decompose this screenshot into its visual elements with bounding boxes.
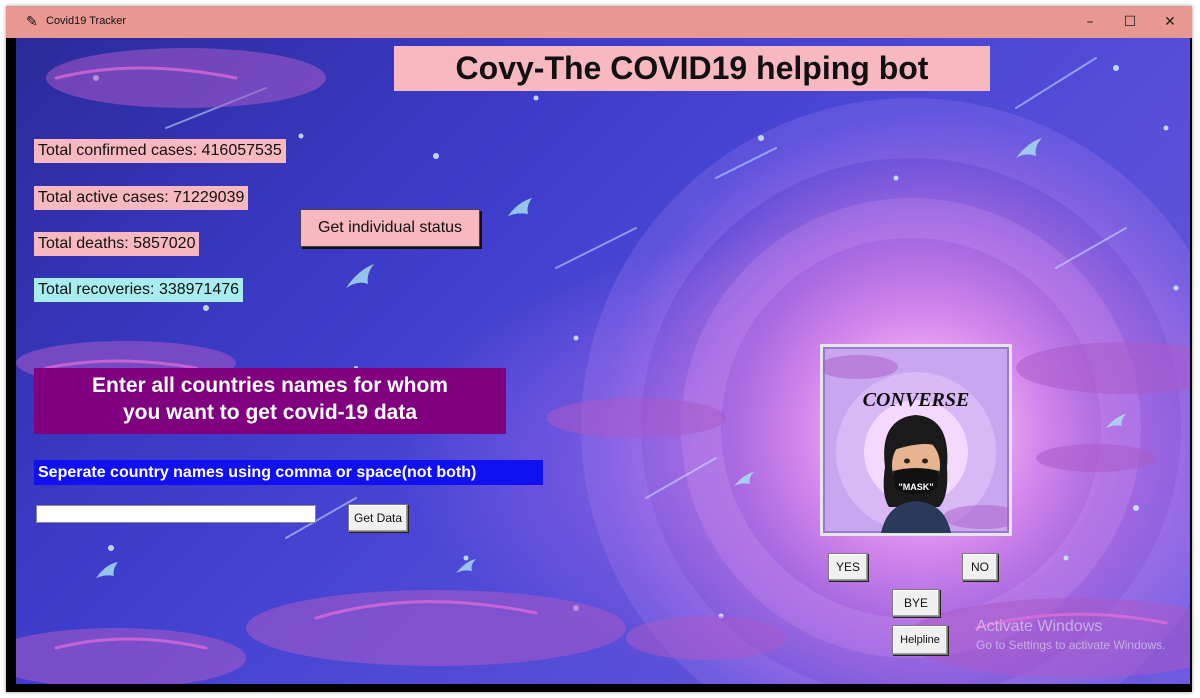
country-prompt-line-1: Enter all countries names for whom [92, 374, 448, 397]
helpline-button[interactable]: Helpline [892, 625, 948, 655]
page-heading: Covy-The COVID19 helping bot [394, 46, 990, 91]
mask-text: "MASK" [898, 482, 934, 492]
total-confirmed-label: Total confirmed cases: 416057535 [34, 139, 286, 163]
feather-icon: ✎ [26, 14, 38, 30]
watermark-subtitle: Go to Settings to activate Windows. [976, 638, 1166, 652]
minimize-button[interactable]: – [1070, 6, 1110, 38]
activate-windows-watermark: Activate Windows Go to Settings to activ… [976, 618, 1165, 652]
window-title: Covid19 Tracker [46, 15, 127, 27]
converse-button[interactable]: CONVERSE "MASK" [820, 344, 1012, 536]
yes-button[interactable]: YES [828, 553, 868, 581]
bye-button[interactable]: BYE [892, 589, 940, 617]
close-button[interactable]: ✕ [1150, 6, 1190, 38]
maximize-button[interactable]: ☐ [1110, 6, 1150, 38]
separator-hint-label: Seperate country names using comma or sp… [34, 460, 543, 485]
country-names-input[interactable] [36, 505, 316, 523]
masked-avatar-icon [881, 415, 951, 533]
get-data-button[interactable]: Get Data [348, 504, 408, 532]
no-button[interactable]: NO [962, 553, 998, 581]
main-canvas: Covy-The COVID19 helping bot Total confi… [16, 38, 1190, 684]
title-bar[interactable]: ✎ Covid19 Tracker – ☐ ✕ [6, 6, 1192, 38]
space-background-illustration [16, 48, 1190, 684]
app-window: ✎ Covid19 Tracker – ☐ ✕ Covy-The COVID19… [6, 6, 1192, 692]
total-recoveries-label: Total recoveries: 338971476 [34, 278, 244, 302]
total-deaths-label: Total deaths: 5857020 [34, 232, 200, 256]
watermark-title: Activate Windows [976, 618, 1103, 635]
country-prompt-box: Enter all countries names for whom you w… [34, 368, 506, 434]
get-individual-status-button[interactable]: Get individual status [300, 209, 480, 247]
total-active-label: Total active cases: 71229039 [34, 186, 249, 210]
country-prompt-line-2: you want to get covid-19 data [122, 401, 418, 424]
